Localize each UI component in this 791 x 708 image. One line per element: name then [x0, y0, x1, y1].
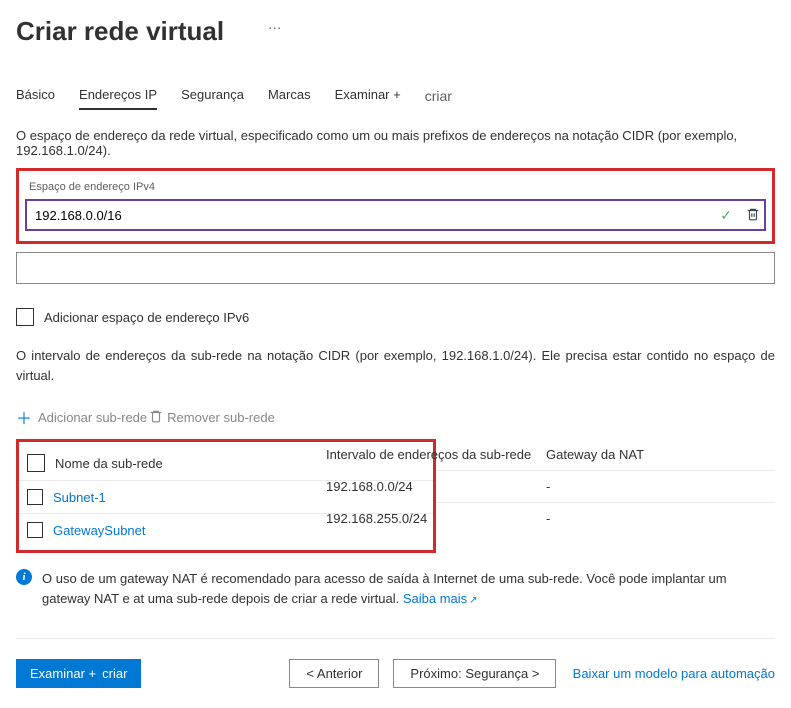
external-link-icon: ↗	[469, 595, 477, 606]
nat-gateway-value: -	[546, 479, 775, 494]
previous-button[interactable]: < Anterior	[289, 659, 379, 688]
subnet-name-link[interactable]: GatewaySubnet	[53, 523, 293, 538]
review-label: Examinar +	[30, 666, 96, 681]
header-nat-gateway: Gateway da NAT	[546, 447, 775, 462]
header-subnet-name: Nome da sub-rede	[55, 456, 295, 471]
page-title: Criar rede virtual	[16, 16, 224, 46]
tab-security[interactable]: Segurança	[181, 87, 244, 110]
download-template-link[interactable]: Baixar um modelo para automação	[573, 666, 775, 681]
tab-create-label: criar	[425, 88, 452, 110]
create-label: criar	[102, 666, 127, 681]
ip-space-description: O espaço de endereço da rede virtual, es…	[16, 128, 775, 158]
footer-bar: Examinar + criar < Anterior Próximo: Seg…	[16, 639, 775, 708]
header-address-range: Intervalo de endereços da sub-rede	[326, 447, 546, 462]
ipv4-input-wrapper: ✓	[25, 199, 766, 231]
tab-basic[interactable]: Básico	[16, 87, 55, 110]
checkmark-icon: ✓	[720, 207, 732, 224]
table-row-right: 192.168.0.0/24 -	[436, 471, 775, 503]
ipv4-address-input[interactable]	[27, 201, 720, 229]
subnet-actions: ＋ Adicionar sub-rede Remover sub-rede	[16, 405, 775, 429]
ipv6-checkbox-row: Adicionar espaço de endereço IPv6	[16, 308, 775, 326]
ipv4-address-space-section: Espaço de endereço IPv4 ✓	[16, 168, 775, 244]
info-text: O uso de um gateway NAT é recomendado pa…	[42, 569, 775, 608]
tabs-bar: Básico Endereços IP Segurança Marcas Exa…	[16, 87, 775, 110]
row-checkbox[interactable]	[27, 522, 43, 538]
next-button[interactable]: Próximo: Segurança >	[393, 659, 556, 688]
address-range-value: 192.168.255.0/24	[326, 511, 546, 526]
trash-icon	[149, 409, 163, 426]
tab-ip-addresses[interactable]: Endereços IP	[79, 87, 157, 110]
info-banner: i O uso de um gateway NAT é recomendado …	[16, 569, 775, 628]
ipv6-checkbox-label: Adicionar espaço de endereço IPv6	[44, 310, 249, 325]
trash-icon[interactable]	[746, 207, 760, 224]
subnet-name-link[interactable]: Subnet-1	[53, 490, 293, 505]
more-icon[interactable]: …	[268, 16, 282, 32]
nat-gateway-value: -	[546, 511, 775, 526]
row-checkbox[interactable]	[27, 489, 43, 505]
remove-subnet-button[interactable]: Remover sub-rede	[167, 410, 275, 425]
info-text-content: O uso de um gateway NAT é recomendado pa…	[42, 571, 727, 606]
ipv4-label: Espaço de endereço IPv4	[29, 181, 766, 193]
tab-tags[interactable]: Marcas	[268, 87, 311, 110]
plus-icon: ＋	[16, 405, 32, 429]
add-subnet-button[interactable]: Adicionar sub-rede	[38, 410, 147, 425]
review-create-button[interactable]: Examinar + criar	[16, 659, 141, 688]
ipv6-checkbox[interactable]	[16, 308, 34, 326]
address-range-value: 192.168.0.0/24	[326, 479, 546, 494]
tab-review[interactable]: Examinar +	[335, 87, 401, 110]
select-all-checkbox[interactable]	[27, 454, 45, 472]
subnet-description: O intervalo de endereços da sub-rede na …	[16, 346, 775, 385]
info-icon: i	[16, 569, 32, 585]
additional-address-input[interactable]	[16, 252, 775, 284]
learn-more-link[interactable]: Saiba mais	[403, 591, 467, 606]
table-row-right: 192.168.255.0/24 -	[436, 503, 775, 534]
table-header-right: Intervalo de endereços da sub-rede Gatew…	[436, 439, 775, 471]
